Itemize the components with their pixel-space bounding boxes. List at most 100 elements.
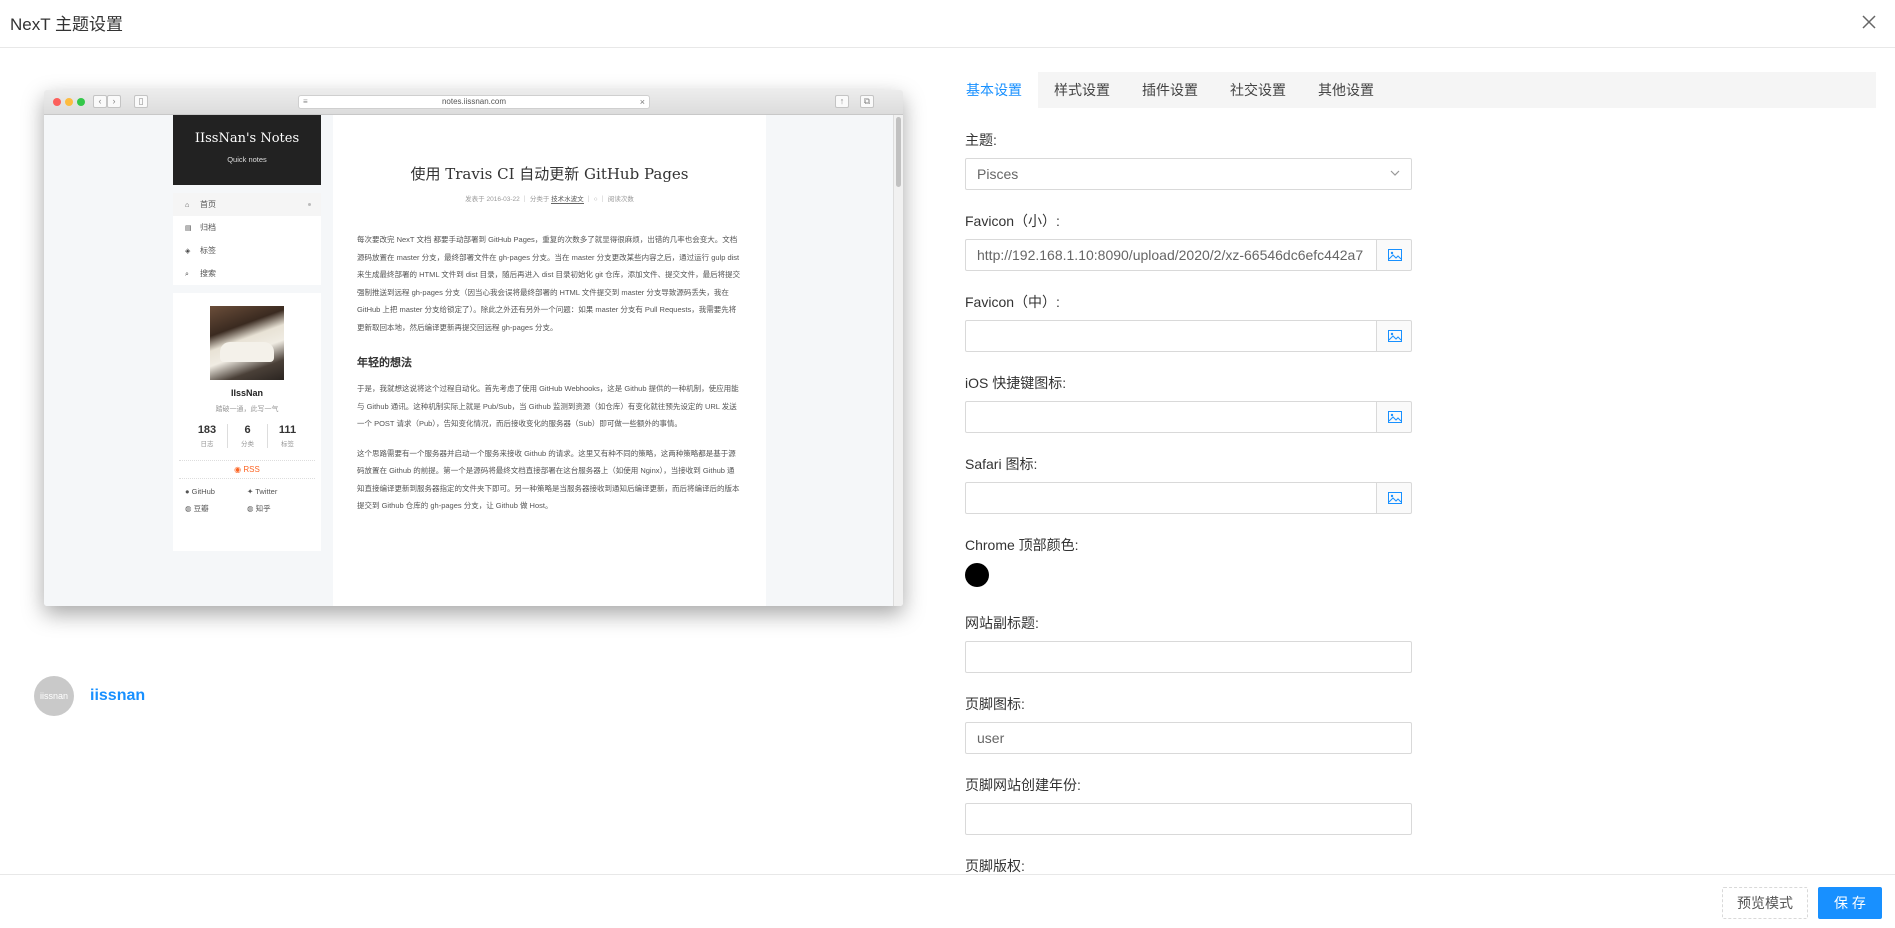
post-paragraph-2: 于是，我就想这说将这个过程自动化。首先考虑了使用 GitHub Webhooks… — [357, 384, 739, 428]
post-heading: 年轻的想法 — [357, 357, 412, 369]
scroll-thumb — [896, 117, 901, 187]
theme-preview: ‹ › ▯ ≡ notes.iissnan.com × ↑ ⧉ IIssNan'… — [44, 90, 903, 606]
post-paragraph-3: 这个思路需要有一个服务器并启动一个服务来接收 Github 的请求。这里又有种不… — [357, 448, 740, 511]
stat-number: 6 — [244, 424, 251, 436]
chrome-color-picker[interactable] — [965, 563, 989, 587]
ios-icon-input[interactable] — [965, 401, 1377, 433]
ios-icon-picker-button[interactable] — [1376, 401, 1412, 433]
sidebar-icon: ▯ — [134, 95, 148, 108]
forward-icon: › — [107, 95, 121, 108]
chevron-down-icon — [1390, 170, 1400, 176]
site-title: IIssNan's Notes — [194, 131, 300, 146]
link-label: 豆瓣 — [193, 504, 209, 513]
stat-number: 183 — [197, 424, 217, 436]
post-content: 使用 Travis CI 自动更新 GitHub Pages 发表于 2016-… — [333, 115, 766, 606]
safari-icon-label: Safari 图标: — [965, 456, 1038, 472]
post-meta: 发表于 2016-03-22 ｜ 分类于 技术水波文 ｜ ○ ｜ 阅读次数 — [357, 193, 742, 204]
menu-item-archive: ▤ 归档 — [173, 216, 321, 239]
stat-label: 日志 — [200, 441, 214, 448]
close-icon[interactable] — [1857, 10, 1881, 34]
safari-icon-input[interactable] — [965, 482, 1377, 514]
form-item-theme: 主题: Pisces — [965, 130, 1412, 190]
menu-label: 搜索 — [200, 269, 216, 278]
favicon-medium-input[interactable] — [965, 320, 1377, 352]
author-avatar: iissnan — [34, 676, 74, 716]
author-card: IIssNan 踏破一通，此写一气 183 日志 6 分类 111 标签 ◉ RSS … — [173, 293, 321, 551]
browser-viewport: IIssNan's Notes Quick notes ⌂ 首页 ▤ 归档 ◈ 标签 … — [44, 115, 903, 606]
browser-toolbar: ‹ › ▯ ≡ notes.iissnan.com × ↑ ⧉ — [44, 90, 903, 115]
form-item-safari-icon: Safari 图标: — [965, 454, 1412, 514]
post-category: 技术水波文 — [551, 196, 584, 204]
url-clear-icon: × — [639, 97, 645, 107]
save-button[interactable]: 保 存 — [1818, 887, 1882, 919]
stat-posts: 183 日志 — [187, 424, 227, 448]
modal-header: NexT 主题设置 — [0, 0, 1895, 48]
favicon-medium-picker-button[interactable] — [1376, 320, 1412, 352]
link-twitter: ✦ Twitter — [247, 487, 309, 496]
stat-number: 111 — [278, 424, 297, 436]
close-dot-icon — [53, 98, 61, 106]
rss-link: ◉ RSS — [179, 460, 315, 479]
safari-icon-picker-button[interactable] — [1376, 482, 1412, 514]
active-dot — [308, 203, 311, 206]
theme-selected-value: Pisces — [977, 166, 1019, 182]
preview-scrollbar — [893, 115, 903, 606]
url-bar: ≡ notes.iissnan.com × — [298, 95, 650, 109]
site-menu: ⌂ 首页 ▤ 归档 ◈ 标签 ⌕ 搜索 — [173, 193, 321, 285]
form-item-favicon-small: Favicon（小）: — [965, 211, 1412, 271]
chrome-color-label: Chrome 顶部颜色: — [965, 537, 1079, 553]
link-label: 知乎 — [255, 504, 271, 513]
tabs-icon: ⧉ — [860, 95, 874, 108]
footer-year-label: 页脚网站创建年份: — [965, 777, 1081, 793]
social-links: ● GitHub ✦ Twitter ◍ 豆瓣 ◍ 知乎 — [173, 479, 321, 514]
site-stats: 183 日志 6 分类 111 标签 — [173, 424, 321, 448]
image-icon — [1388, 492, 1402, 504]
form-item-ios-icon: iOS 快捷键图标: — [965, 373, 1412, 433]
rss-label: RSS — [243, 465, 260, 474]
modal-footer: 预览模式 保 存 — [0, 874, 1895, 928]
search-icon: ⌕ — [185, 271, 189, 278]
theme-label: 主题: — [965, 132, 997, 148]
maximize-dot-icon — [77, 98, 85, 106]
tab-other[interactable]: 其他设置 — [1302, 72, 1390, 108]
footer-year-input[interactable] — [965, 803, 1412, 835]
github-icon: ● — [185, 487, 192, 496]
tab-plugins[interactable]: 插件设置 — [1126, 72, 1214, 108]
image-icon — [1388, 411, 1402, 423]
back-icon: ‹ — [93, 95, 107, 108]
theme-select[interactable]: Pisces — [965, 158, 1412, 190]
post-title: 使用 Travis CI 自动更新 GitHub Pages — [410, 165, 689, 183]
menu-item-tags: ◈ 标签 — [173, 239, 321, 262]
footer-icon-input[interactable] — [965, 722, 1412, 754]
favicon-small-picker-button[interactable] — [1376, 239, 1412, 271]
menu-label: 首页 — [200, 200, 216, 209]
tab-social[interactable]: 社交设置 — [1214, 72, 1302, 108]
author-name: IIssNan — [230, 388, 263, 398]
preview-mode-button[interactable]: 预览模式 — [1722, 887, 1808, 919]
favicon-medium-label: Favicon（中）: — [965, 294, 1060, 310]
link-zhihu: ◍ 知乎 — [247, 503, 309, 514]
form-item-footer-icon: 页脚图标: — [965, 694, 1412, 754]
url-text: notes.iissnan.com — [441, 97, 507, 106]
globe-icon: ◍ — [247, 504, 256, 513]
post-meta-end: ｜ ○ ｜ 阅读次数 — [585, 196, 634, 203]
stat-label: 分类 — [241, 441, 254, 448]
author-description: 踏破一通，此写一气 — [215, 406, 279, 413]
tab-basic[interactable]: 基本设置 — [950, 72, 1038, 108]
link-label: GitHub — [191, 487, 215, 496]
stat-categories: 6 分类 — [227, 424, 267, 448]
site-subtitle: Quick notes — [227, 155, 267, 164]
post-meta-text: 发表于 2016-03-22 ｜ 分类于 — [465, 196, 550, 203]
form-item-chrome-color: Chrome 顶部颜色: — [965, 535, 1412, 587]
theme-author: iissnan iissnan — [34, 676, 145, 716]
subtitle-input[interactable] — [965, 641, 1412, 673]
author-link[interactable]: iissnan — [90, 687, 145, 705]
favicon-small-input[interactable] — [965, 239, 1377, 271]
form-item-footer-copyright: 页脚版权: — [965, 856, 1412, 876]
tab-style[interactable]: 样式设置 — [1038, 72, 1126, 108]
link-github: ● GitHub — [185, 487, 247, 496]
favicon-small-label: Favicon（小）: — [965, 213, 1060, 229]
menu-label: 归档 — [200, 223, 216, 232]
post-paragraph-1: 每次要改完 NexT 文档 都要手动部署到 GitHub Pages，重复的次数… — [357, 235, 741, 332]
footer-icon-label: 页脚图标: — [965, 696, 1025, 712]
